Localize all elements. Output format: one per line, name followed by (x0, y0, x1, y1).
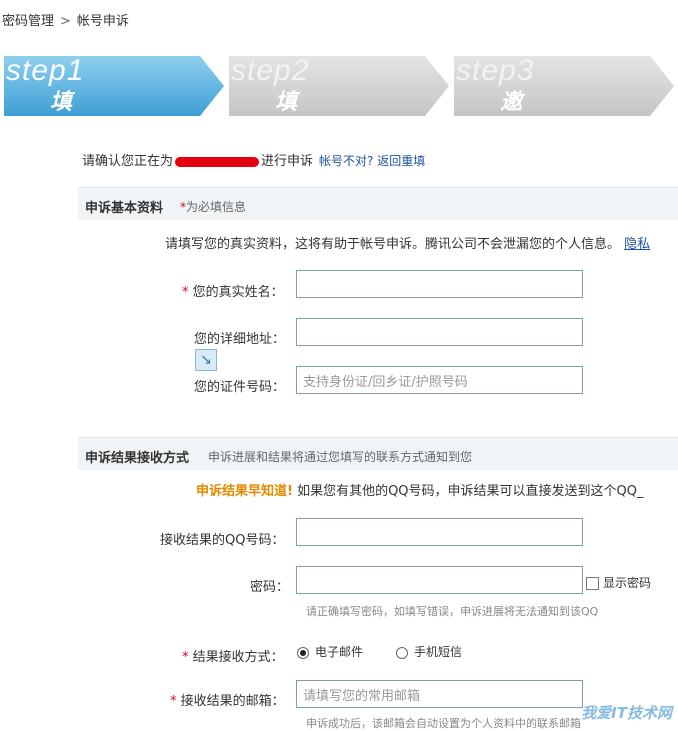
privacy-link[interactable]: 隐私 (624, 237, 650, 252)
qq-number-input[interactable] (296, 518, 583, 546)
result-hint: 申诉进展和结果将通过您填写的联系方式通知到您 (208, 450, 473, 464)
step-1-title: 填写联系方式 (50, 90, 75, 275)
step-2-number: step2 (231, 54, 310, 87)
radio-sms-label: 手机短信 (414, 645, 463, 659)
id-number-input[interactable]: 支持身份证/回乡证/护照号码 (296, 366, 583, 394)
result-title: 申诉结果接收方式 (85, 451, 190, 466)
watermark: 我爱IT技术网 (581, 704, 672, 722)
account-confirm: 请确认您正在为 进行申诉 帐号不对? 返回重填 (82, 150, 425, 169)
radio-email[interactable]: 电子邮件 (297, 643, 363, 660)
basic-intro-text: 请填写您的真实资料，这将有助于帐号申诉。腾讯公司不会泄漏您的个人信息。 (165, 237, 621, 252)
password-note: 请正确填写密码，如填写错误，申诉进展将无法通知到该QQ (306, 605, 599, 618)
result-header: 申诉结果接收方式 申诉进展和结果将通过您填写的联系方式通知到您 (78, 437, 678, 470)
early-notice: 申诉结果早知道! 如果您有其他的QQ号码，申诉结果可以直接发送到这个QQ_ (196, 480, 644, 499)
checkbox-box[interactable] (586, 577, 599, 590)
address-label: 您的详细地址： (194, 332, 286, 347)
expand-icon[interactable]: ↘ (195, 349, 217, 371)
breadcrumb-current: 帐号申诉 (76, 14, 129, 29)
redacted-account (175, 156, 260, 167)
radio-email-dot[interactable] (297, 646, 309, 659)
email-input[interactable]: 请填写您的常用邮箱 (296, 680, 583, 708)
id-label: 您的证件号码： (194, 380, 286, 395)
basic-info-header: 申诉基本资料 *为必填信息 (78, 187, 678, 220)
real-name-input[interactable] (296, 270, 583, 298)
confirm-prefix: 请确认您正在为 (82, 154, 174, 169)
early-text: 如果您有其他的QQ号码，申诉结果可以直接发送到这个QQ_ (297, 484, 644, 499)
email-label: * 接收结果的邮箱： (170, 694, 285, 709)
breadcrumb: 密码管理 > 帐号申诉 (2, 10, 129, 29)
breadcrumb-password-management[interactable]: 密码管理 (2, 14, 54, 29)
qq-label: 接收结果的QQ号码： (160, 533, 285, 548)
breadcrumb-separator: > (60, 14, 71, 29)
radio-sms-dot[interactable] (396, 646, 408, 659)
email-note: 申诉成功后，该邮箱会自动设置为个人资料中的联系邮箱 (306, 717, 581, 730)
basic-intro: 请填写您的真实资料，这将有助于帐号申诉。腾讯公司不会泄漏您的个人信息。 隐私 (165, 233, 650, 252)
step-3-number: step3 (456, 54, 535, 87)
radio-email-label: 电子邮件 (315, 645, 364, 659)
confirm-suffix: 进行申诉 (261, 154, 314, 169)
step-progress: step1 填写联系方式 step2 填写申诉资料 step3 邀请好友辅助 (4, 54, 678, 275)
show-password-label: 显示密码 (603, 576, 652, 590)
step-1-number: step1 (6, 54, 85, 87)
basic-info-title: 申诉基本资料 (85, 201, 164, 216)
re-enter-link[interactable]: 帐号不对? 返回重填 (319, 154, 425, 168)
required-note: *为必填信息 (180, 200, 247, 214)
early-title: 申诉结果早知道! (196, 484, 293, 499)
password-input[interactable] (296, 566, 583, 594)
show-password-checkbox[interactable]: 显示密码 (586, 574, 651, 591)
address-input[interactable] (296, 318, 583, 346)
method-label: * 结果接收方式： (182, 650, 284, 665)
radio-sms[interactable]: 手机短信 (396, 643, 462, 660)
name-label: * 您的真实姓名： (182, 285, 284, 300)
password-label: 密码： (250, 580, 290, 595)
